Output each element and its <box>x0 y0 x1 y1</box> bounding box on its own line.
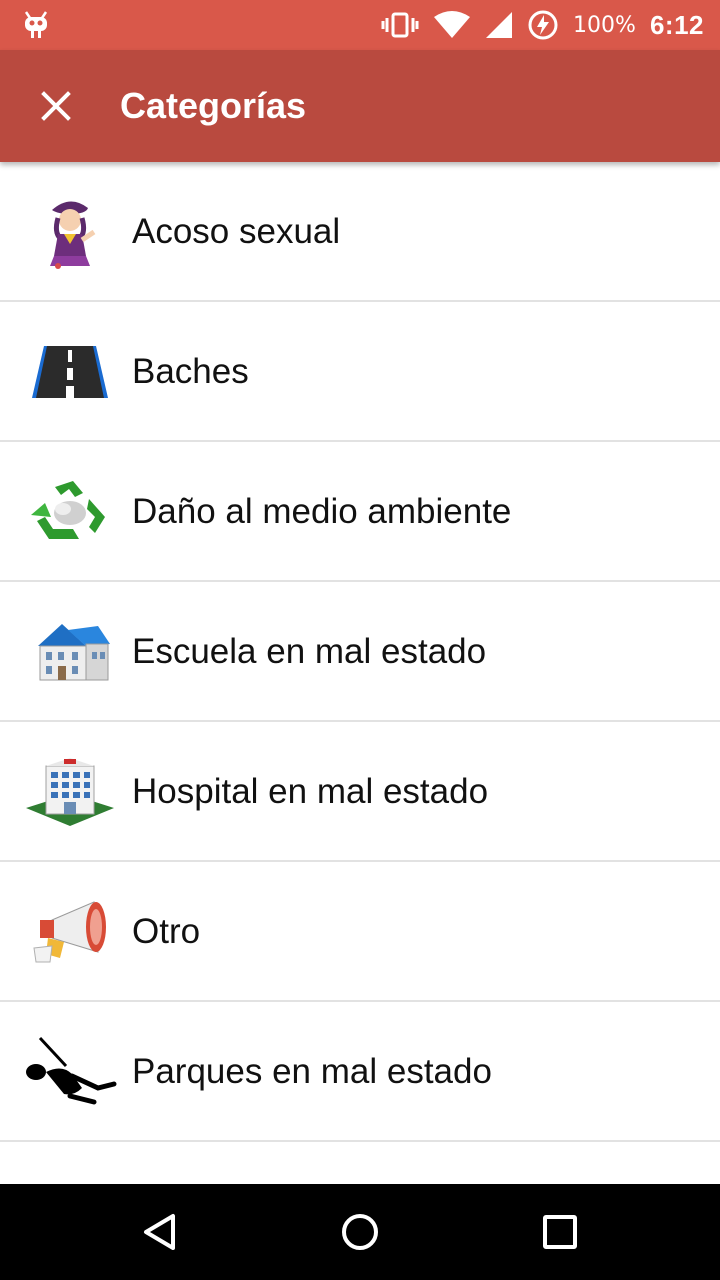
hospital-icon <box>22 752 118 832</box>
list-item-partial[interactable] <box>0 1142 720 1184</box>
recents-button[interactable] <box>530 1202 590 1262</box>
list-item[interactable]: Hospital en mal estado <box>0 722 720 862</box>
close-icon <box>41 91 71 121</box>
app-bar: Categorías <box>0 50 720 162</box>
list-item[interactable]: Escuela en mal estado <box>0 582 720 722</box>
clock: 6:12 <box>649 9 704 40</box>
list-item[interactable]: Otro <box>0 862 720 1002</box>
list-item[interactable]: Daño al medio ambiente <box>0 442 720 582</box>
close-button[interactable] <box>28 78 84 134</box>
category-list[interactable]: Acoso sexual Baches Daño al medio ambien… <box>0 162 720 1184</box>
school-icon <box>22 612 118 692</box>
navigation-bar <box>0 1184 720 1280</box>
status-bar: 100% 6:12 <box>0 0 720 50</box>
category-label: Daño al medio ambiente <box>132 492 512 531</box>
harassment-icon <box>22 192 118 272</box>
category-label: Hospital en mal estado <box>132 772 489 811</box>
wifi-icon <box>434 11 471 38</box>
battery-charging-icon <box>528 10 558 40</box>
category-label: Otro <box>132 912 201 951</box>
back-button[interactable] <box>130 1202 190 1262</box>
list-item[interactable]: Acoso sexual <box>0 162 720 302</box>
home-button[interactable] <box>330 1202 390 1262</box>
list-item[interactable]: Parques en mal estado <box>0 1002 720 1142</box>
android-debug-icon <box>24 11 48 38</box>
category-label: Baches <box>132 352 249 391</box>
megaphone-icon <box>22 892 118 972</box>
recycle-icon <box>22 472 118 552</box>
partial-category-icon <box>22 1172 118 1184</box>
swing-icon <box>22 1032 118 1112</box>
road-icon <box>22 332 118 412</box>
vibrate-icon <box>381 12 419 38</box>
category-label: Escuela en mal estado <box>132 632 487 671</box>
signal-icon <box>486 12 513 38</box>
category-label: Acoso sexual <box>132 212 341 251</box>
battery-percent: 100% <box>573 12 636 38</box>
recents-icon <box>543 1215 577 1249</box>
home-icon <box>342 1214 378 1250</box>
category-label: Parques en mal estado <box>132 1052 492 1091</box>
back-icon <box>144 1214 175 1250</box>
page-title: Categorías <box>120 85 307 126</box>
list-item[interactable]: Baches <box>0 302 720 442</box>
